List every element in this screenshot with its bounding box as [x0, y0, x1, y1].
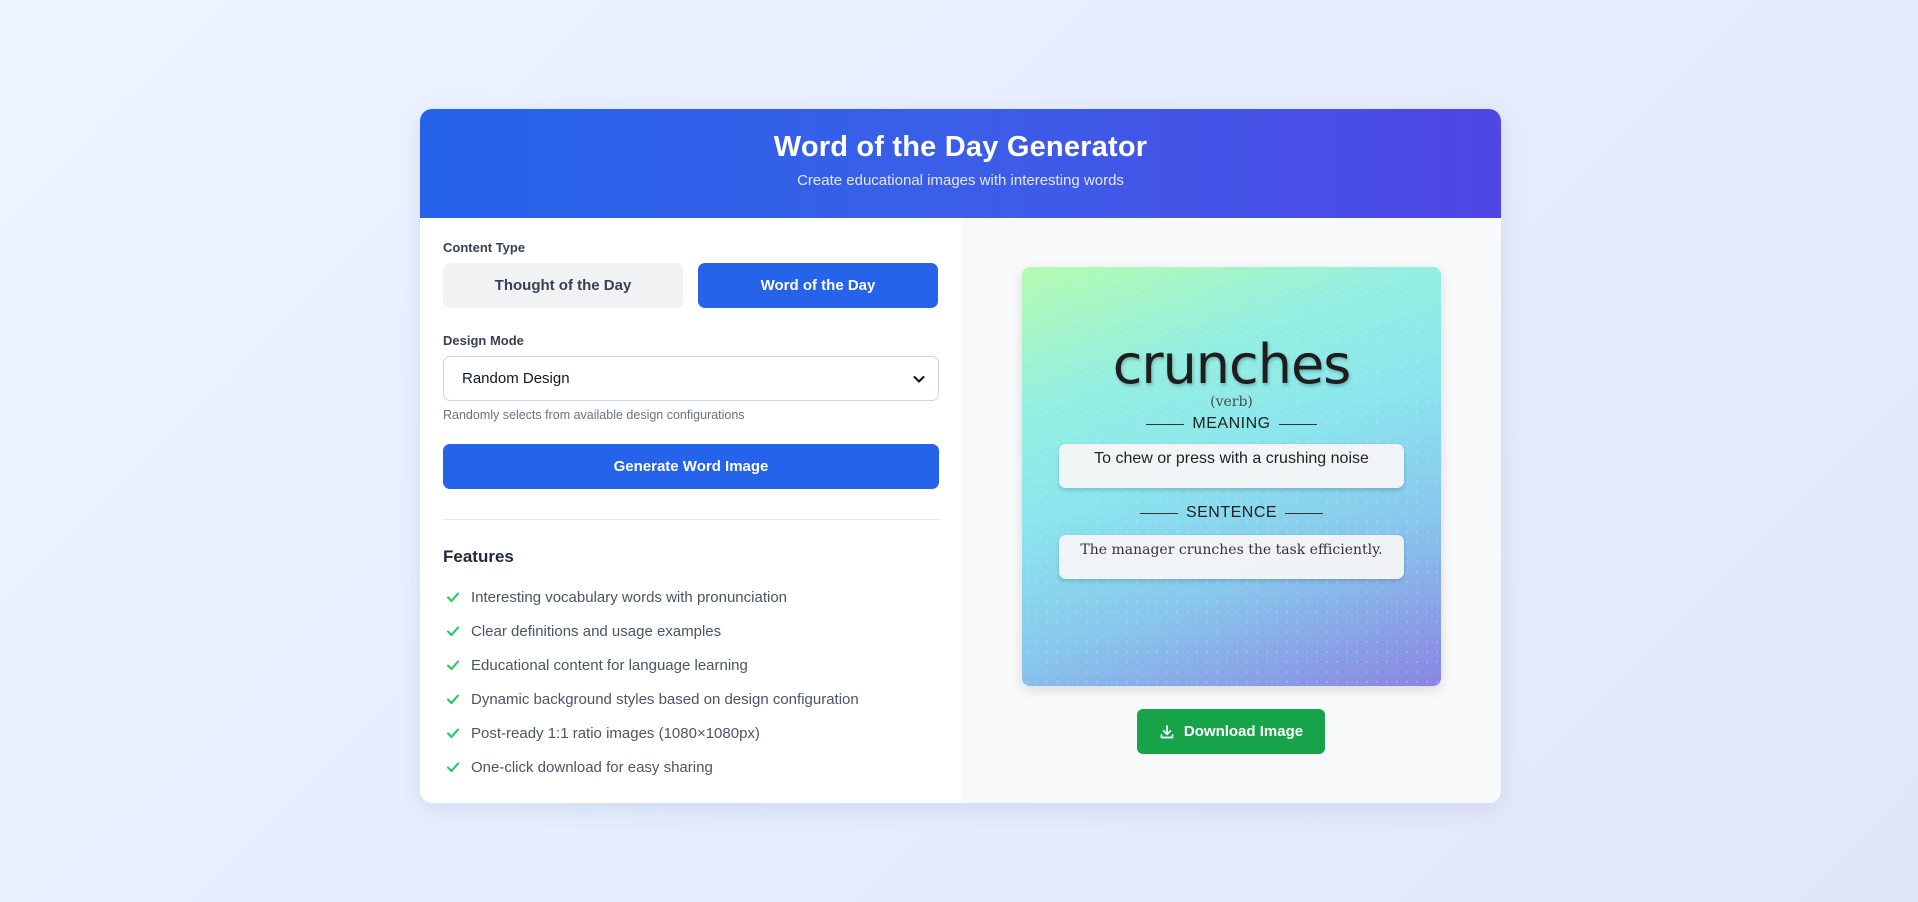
check-icon	[447, 694, 459, 704]
thought-of-the-day-button[interactable]: Thought of the Day	[443, 263, 683, 308]
meaning-heading: MEANING	[1022, 415, 1441, 433]
controls-panel: Content Type Thought of the Day Word of …	[420, 218, 961, 803]
chevron-down-icon	[913, 375, 925, 382]
main-body: Content Type Thought of the Day Word of …	[420, 218, 1501, 803]
preview-panel: crunches (verb) MEANING To chew or press…	[961, 218, 1501, 803]
design-mode-hint: Randomly selects from available design c…	[443, 408, 745, 422]
heading-rule	[1278, 423, 1317, 425]
generate-word-image-button[interactable]: Generate Word Image	[443, 444, 939, 489]
header: Word of the Day Generator Create educati…	[420, 109, 1501, 218]
design-mode-value: Random Design	[462, 370, 570, 387]
feature-item: Dynamic background styles based on desig…	[443, 682, 938, 716]
word-image-preview: crunches (verb) MEANING To chew or press…	[1022, 267, 1441, 686]
features-list: Interesting vocabulary words with pronun…	[443, 580, 938, 784]
generator-card: Word of the Day Generator Create educati…	[420, 109, 1501, 803]
divider	[443, 519, 939, 520]
download-icon	[1160, 724, 1174, 738]
feature-text: Post-ready 1:1 ratio images (1080×1080px…	[471, 724, 760, 742]
features-title: Features	[443, 547, 514, 566]
check-icon	[447, 660, 459, 670]
feature-text: Dynamic background styles based on desig…	[471, 690, 859, 708]
feature-text: Educational content for language learnin…	[471, 656, 748, 674]
check-icon	[447, 626, 459, 636]
word-of-the-day-button[interactable]: Word of the Day	[698, 263, 938, 308]
feature-item: Educational content for language learnin…	[443, 648, 938, 682]
feature-text: One-click download for easy sharing	[471, 758, 713, 776]
page-title: Word of the Day Generator	[773, 131, 1148, 163]
design-mode-select[interactable]: Random Design	[443, 356, 939, 401]
sentence-box: The manager crunches the task efficientl…	[1059, 535, 1404, 579]
design-mode-label: Design Mode	[443, 333, 524, 348]
preview-word: crunches	[1112, 333, 1352, 396]
check-icon	[447, 728, 459, 738]
download-label: Download Image	[1183, 723, 1304, 740]
feature-item: Clear definitions and usage examples	[443, 614, 938, 648]
check-icon	[447, 762, 459, 772]
content-type-toggle: Thought of the Day Word of the Day	[443, 263, 938, 308]
preview-part-of-speech: (verb)	[1210, 394, 1253, 410]
heading-rule	[1285, 512, 1324, 514]
content-type-label: Content Type	[443, 240, 526, 255]
page-subtitle: Create educational images with interesti…	[797, 172, 1124, 189]
download-image-button[interactable]: Download Image	[1137, 709, 1325, 754]
feature-text: Clear definitions and usage examples	[471, 622, 722, 640]
meaning-box: To chew or press with a crushing noise	[1059, 444, 1404, 488]
feature-text: Interesting vocabulary words with pronun…	[471, 588, 788, 606]
check-icon	[447, 592, 459, 602]
sentence-heading: SENTENCE	[1022, 504, 1441, 522]
feature-item: Interesting vocabulary words with pronun…	[443, 580, 938, 614]
heading-rule	[1139, 512, 1178, 514]
heading-rule	[1146, 423, 1185, 425]
feature-item: One-click download for easy sharing	[443, 750, 938, 784]
feature-item: Post-ready 1:1 ratio images (1080×1080px…	[443, 716, 938, 750]
meaning-heading-text: MEANING	[1192, 415, 1271, 432]
sentence-heading-text: SENTENCE	[1185, 504, 1278, 521]
